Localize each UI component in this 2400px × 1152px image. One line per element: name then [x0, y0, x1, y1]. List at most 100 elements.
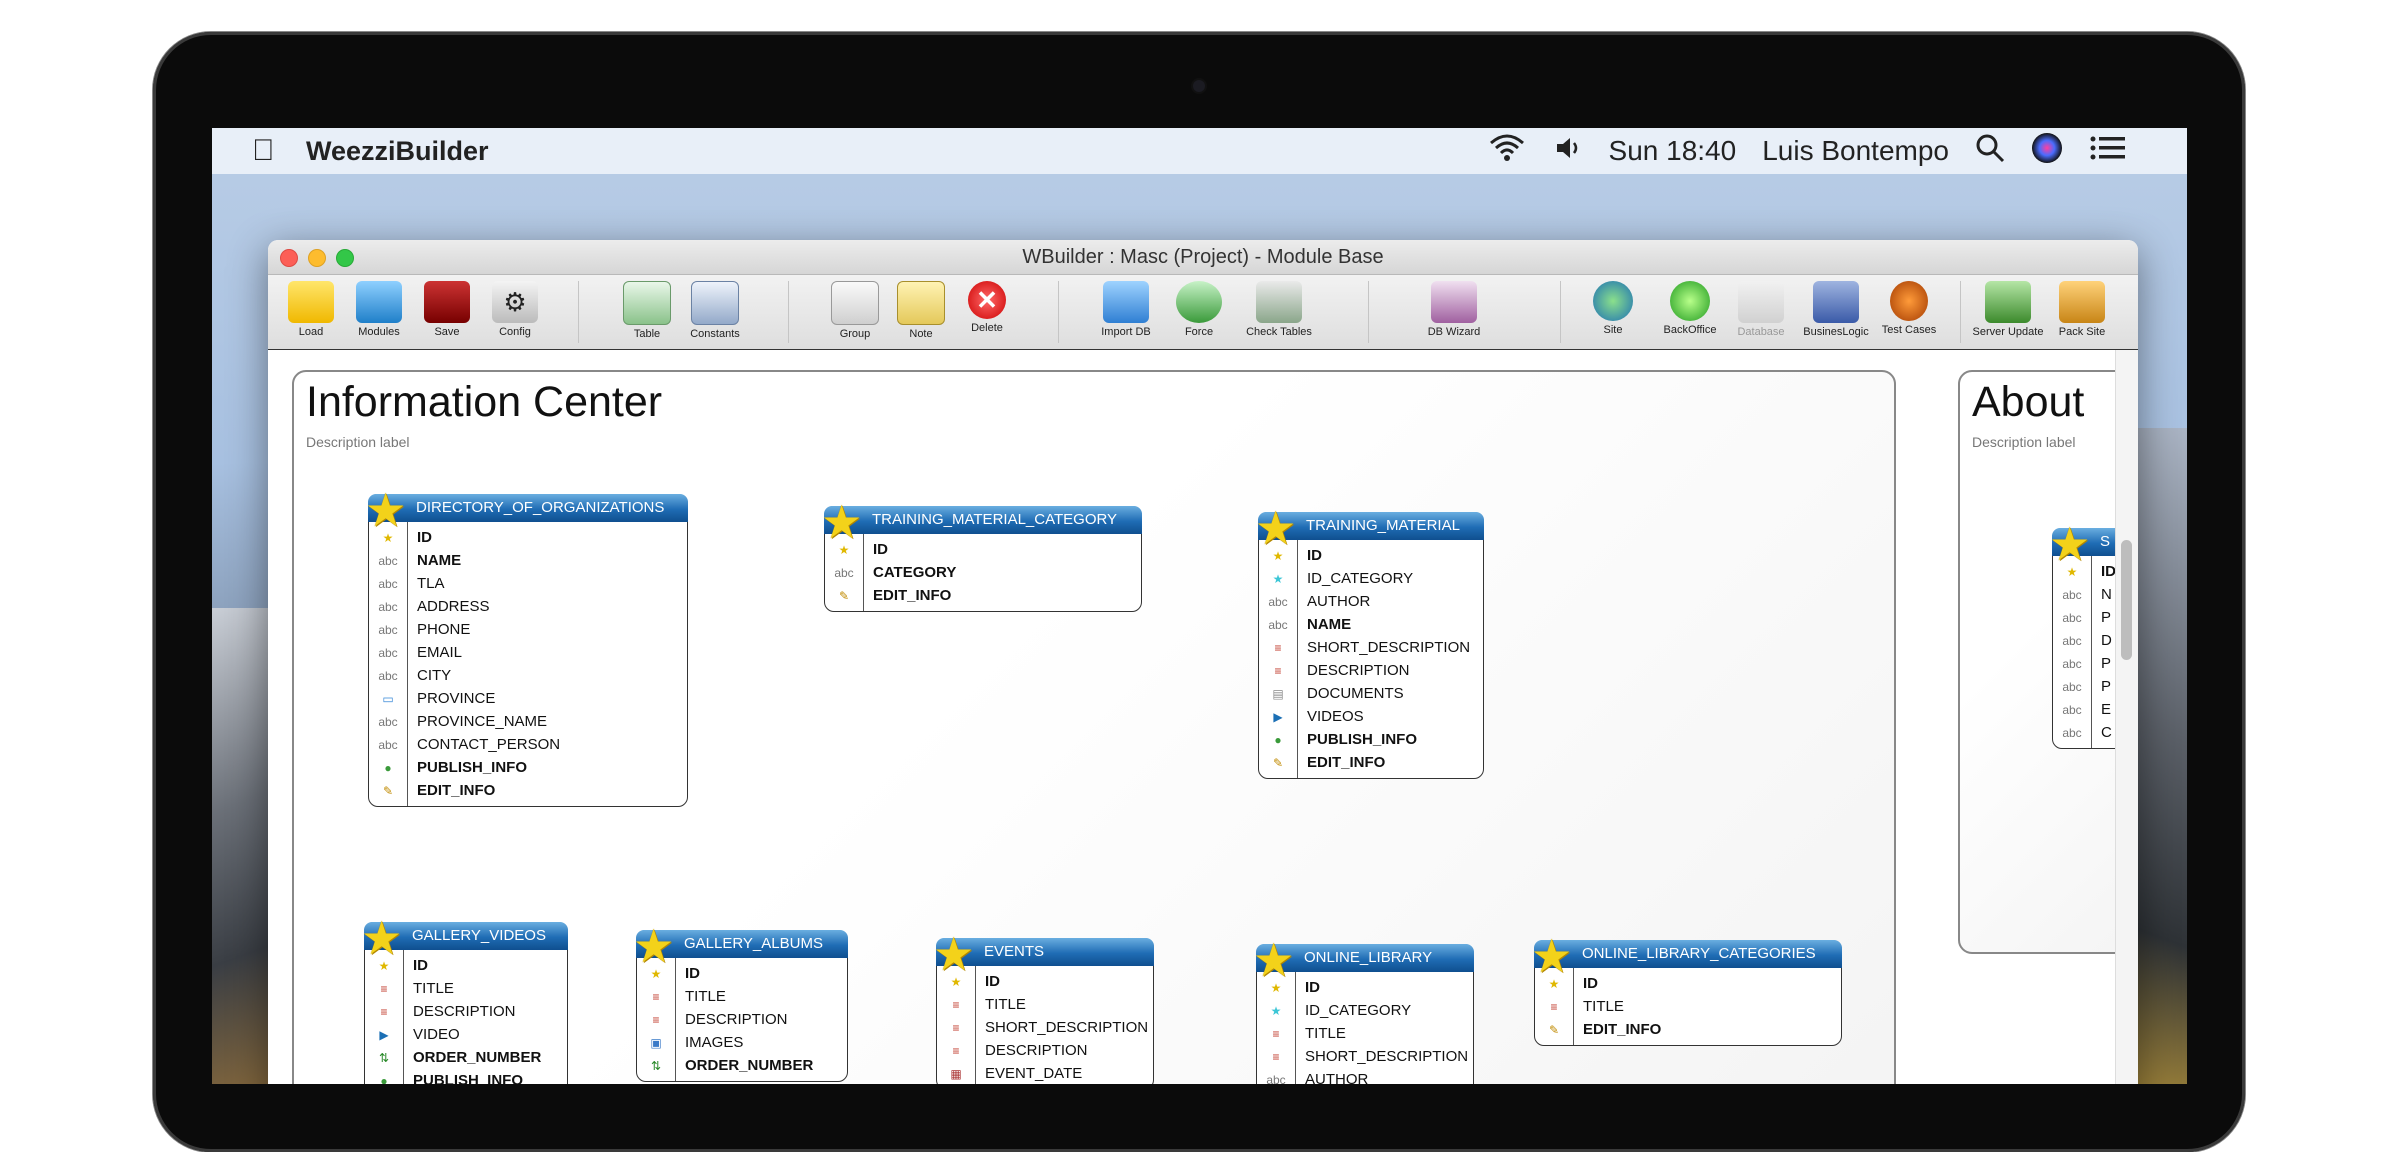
entity-field-row[interactable]: abc EMAIL: [369, 641, 687, 664]
entity-field-row[interactable]: ≡ SHORT_DESCRIPTION: [937, 1016, 1153, 1039]
wifi-icon[interactable]: [1487, 133, 1527, 170]
businesslogic-button[interactable]: BusinesLogic: [1796, 281, 1876, 338]
entity-field-row[interactable]: ★ ID: [637, 962, 847, 985]
entity-field-row[interactable]: ≡ DESCRIPTION: [365, 1000, 567, 1023]
entity-header[interactable]: TRAINING_MATERIAL_CATEGORY: [824, 506, 1142, 534]
note-button[interactable]: Note: [886, 281, 956, 340]
entity-field-row[interactable]: ≡ SHORT_DESCRIPTION: [1257, 1045, 1473, 1068]
entity-field-row[interactable]: abc NAME: [1259, 613, 1483, 636]
entity-header[interactable]: ONLINE_LIBRARY_CATEGORIES: [1534, 940, 1842, 968]
entity-events[interactable]: EVENTS ★ ★ ID ≡ TITLE ≡ SHORT_DESCRIPTION ≡ DESCR…: [933, 931, 1154, 1084]
entity-field-row[interactable]: ★ ID_CATEGORY: [1259, 567, 1483, 590]
load-button[interactable]: Load: [276, 281, 346, 338]
entity-field-row[interactable]: ★ ID: [825, 538, 1141, 561]
group-title[interactable]: About: [1972, 378, 2084, 427]
menu-user[interactable]: Luis Bontempo: [1762, 135, 1949, 167]
entity-field-row[interactable]: ≡ TITLE: [1257, 1022, 1473, 1045]
entity-field-row[interactable]: ▭ PROVINCE: [369, 687, 687, 710]
siri-icon[interactable]: [2031, 132, 2063, 171]
force-button[interactable]: Force: [1164, 281, 1234, 338]
apple-menu-icon[interactable]: : [252, 136, 278, 166]
entity-field-row[interactable]: abc CATEGORY: [825, 561, 1141, 584]
entity-field-row[interactable]: ✎ EDIT_INFO: [825, 584, 1141, 607]
app-menu-name[interactable]: WeezziBuilder: [306, 136, 489, 167]
entity-field-row[interactable]: ★ ID: [365, 954, 567, 977]
entity-field-row[interactable]: abc AUTHOR: [1259, 590, 1483, 613]
entity-field-row[interactable]: ⇅ ORDER_NUMBER: [637, 1054, 847, 1077]
constants-button[interactable]: Constants: [680, 281, 750, 340]
menu-clock[interactable]: Sun 18:40: [1609, 135, 1737, 167]
delete-button[interactable]: ✕ Delete: [952, 281, 1022, 334]
entity-online-library-categories[interactable]: ONLINE_LIBRARY_CATEGORIES ★ ★ ID ≡ TITLE ✎ EDIT…: [1531, 933, 1842, 1046]
entity-field-row[interactable]: ▣ IMAGES: [637, 1031, 847, 1054]
entity-directory-of-organizations[interactable]: DIRECTORY_OF_ORGANIZATIONS ★ ★ ID abc NAME abc…: [365, 487, 688, 807]
entity-field-row[interactable]: ★ ID: [369, 526, 687, 549]
model-canvas[interactable]: Information Center Description label Abo…: [268, 350, 2138, 1084]
config-button[interactable]: ⚙ Config: [480, 281, 550, 338]
pack-site-button[interactable]: Pack Site: [2046, 281, 2118, 338]
entity-header[interactable]: DIRECTORY_OF_ORGANIZATIONS: [368, 494, 688, 522]
entity-field-row[interactable]: ★ ID: [1535, 972, 1841, 995]
entity-field-row[interactable]: ≡ TITLE: [637, 985, 847, 1008]
spotlight-search-icon[interactable]: [1975, 133, 2005, 170]
check-tables-button[interactable]: Check Tables: [1234, 281, 1324, 338]
entity-field-row[interactable]: abc TLA: [369, 572, 687, 595]
entity-field-row[interactable]: ★ ID: [937, 970, 1153, 993]
group-description[interactable]: Description label: [306, 434, 410, 450]
entity-field-row[interactable]: ≡ DESCRIPTION: [1259, 659, 1483, 682]
server-update-button[interactable]: Server Update: [1966, 281, 2050, 338]
entity-field-row[interactable]: ● PUBLISH_INFO: [369, 756, 687, 779]
entity-training-material-category[interactable]: TRAINING_MATERIAL_CATEGORY ★ ★ ID abc CATEGOR…: [821, 499, 1142, 612]
entity-gallery-videos[interactable]: GALLERY_VIDEOS ★ ★ ID ≡ TITLE ≡ DESCRIPTION ▶ VID…: [361, 915, 568, 1084]
entity-field-row[interactable]: ≡ TITLE: [937, 993, 1153, 1016]
database-button[interactable]: Database: [1726, 281, 1796, 338]
group-description[interactable]: Description label: [1972, 434, 2076, 450]
entity-field-row[interactable]: ▤ DOCUMENTS: [1259, 682, 1483, 705]
entity-training-material[interactable]: TRAINING_MATERIAL ★ ★ ID ★ ID_CATEGORY abc AUTH…: [1255, 505, 1484, 779]
import-db-button[interactable]: Import DB: [1088, 281, 1164, 338]
entity-field-row[interactable]: ★ ID_CATEGORY: [1257, 999, 1473, 1022]
entity-field-row[interactable]: abc PHONE: [369, 618, 687, 641]
entity-field-row[interactable]: abc PROVINCE_NAME: [369, 710, 687, 733]
notification-center-icon[interactable]: [2089, 133, 2127, 170]
modules-button[interactable]: Modules: [344, 281, 414, 338]
entity-field-row[interactable]: abc CONTACT_PERSON: [369, 733, 687, 756]
field-name: ID: [985, 973, 1000, 990]
entity-online-library[interactable]: ONLINE_LIBRARY ★ ★ ID ★ ID_CATEGORY ≡ TITLE ≡ SHO…: [1253, 937, 1474, 1084]
entity-field-row[interactable]: abc NAME: [369, 549, 687, 572]
entity-gallery-albums[interactable]: GALLERY_ALBUMS ★ ★ ID ≡ TITLE ≡ DESCRIPTION ▣ IMA…: [633, 923, 848, 1082]
entity-field-row[interactable]: ⇅ ORDER_NUMBER: [365, 1046, 567, 1069]
site-button[interactable]: Site: [1578, 281, 1648, 336]
string-field-icon: abc: [2062, 702, 2082, 717]
volume-icon[interactable]: [1553, 133, 1583, 170]
test-cases-button[interactable]: Test Cases: [1872, 281, 1946, 336]
entity-field-row[interactable]: ≡ DESCRIPTION: [637, 1008, 847, 1031]
entity-field-row[interactable]: ✎ EDIT_INFO: [369, 779, 687, 802]
window-titlebar[interactable]: WBuilder : Masc (Project) - Module Base: [268, 240, 2138, 275]
entity-field-row[interactable]: ≡ TITLE: [1535, 995, 1841, 1018]
entity-field-row[interactable]: ≡ SHORT_DESCRIPTION: [1259, 636, 1483, 659]
scrollbar-thumb[interactable]: [2121, 540, 2132, 660]
entity-field-row[interactable]: abc ADDRESS: [369, 595, 687, 618]
entity-field-row[interactable]: ≡ TITLE: [365, 977, 567, 1000]
entity-field-row[interactable]: abc AUTHOR: [1257, 1068, 1473, 1084]
entity-field-row[interactable]: ▶ VIDEO: [365, 1023, 567, 1046]
backoffice-button[interactable]: BackOffice: [1650, 281, 1730, 336]
entity-field-row[interactable]: abc CITY: [369, 664, 687, 687]
entity-field-row[interactable]: ✎ EDIT_INFO: [1259, 751, 1483, 774]
server-update-icon: [1985, 281, 2031, 323]
entity-field-row[interactable]: ● PUBLISH_INFO: [365, 1069, 567, 1084]
vertical-scrollbar[interactable]: [2115, 350, 2138, 1084]
group-button[interactable]: Group: [820, 281, 890, 340]
save-button[interactable]: Save: [412, 281, 482, 338]
table-button[interactable]: Table: [612, 281, 682, 340]
entity-field-row[interactable]: ● PUBLISH_INFO: [1259, 728, 1483, 751]
entity-field-row[interactable]: ✎ EDIT_INFO: [1535, 1018, 1841, 1041]
entity-field-row[interactable]: ▦ EVENT_DATE: [937, 1062, 1153, 1084]
db-wizard-button[interactable]: DB Wizard: [1414, 281, 1494, 338]
group-title[interactable]: Information Center: [306, 378, 662, 427]
entity-field-row[interactable]: ▶ VIDEOS: [1259, 705, 1483, 728]
entity-field-row[interactable]: ★ ID: [1259, 544, 1483, 567]
entity-field-row[interactable]: ≡ DESCRIPTION: [937, 1039, 1153, 1062]
entity-field-row[interactable]: ★ ID: [1257, 976, 1473, 999]
